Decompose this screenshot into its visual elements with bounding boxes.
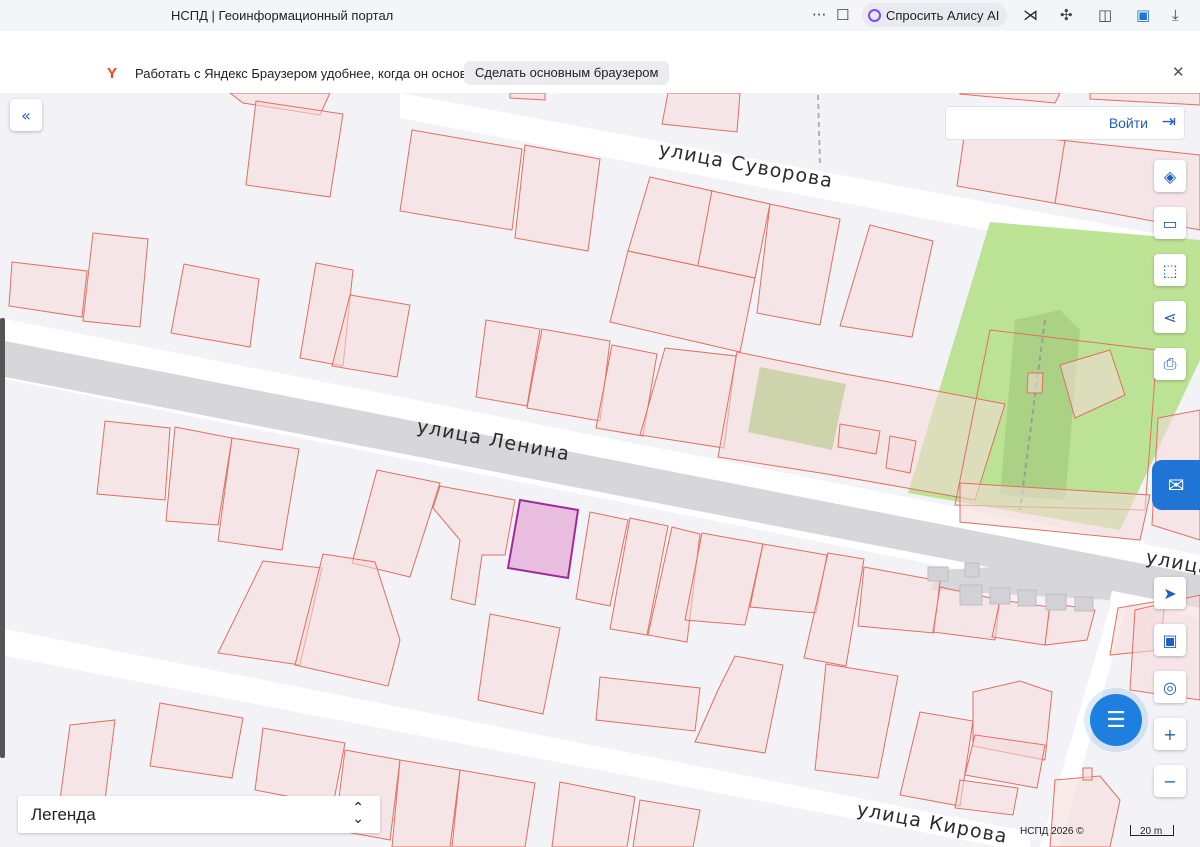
parcel [1026,372,1044,394]
collapse-panel-button[interactable]: « [10,99,42,131]
plus-icon: + [1163,724,1177,744]
services-icon: ✉ [1167,473,1185,497]
ruler-icon: ▭ [1162,213,1178,233]
print-icon: ⎙ [1163,354,1177,373]
print-button[interactable]: ⎙ [1154,348,1186,380]
chat-button[interactable]: ☰ [1090,694,1142,746]
services-side-tab[interactable]: ✉ [1152,460,1200,510]
layers-icon: ◈ [1163,166,1177,186]
zoom-out-button[interactable]: − [1154,765,1186,797]
navigation-arrow-icon: ➤ [1163,583,1177,603]
selected-parcel[interactable] [506,498,580,580]
layers-button[interactable]: ◈ [1154,160,1186,192]
tab-title: НСПД | Геоинформационный портал [171,8,394,23]
bookmark-icon[interactable]: ☐ [836,6,849,24]
alice-icon [868,8,881,22]
locate-button[interactable]: ➤ [1154,577,1186,609]
sign-in-icon: ⇥ [1161,112,1176,132]
parcel [96,420,171,501]
parcel [991,599,1051,646]
parcel [82,232,149,328]
minimap-icon: ▣ [1162,630,1178,650]
search-location-button[interactable]: ◎ [1154,671,1186,703]
login-label: Войти [1108,115,1148,131]
login-button[interactable]: Войти ⇥ [945,106,1185,140]
left-panel-handle[interactable] [0,318,5,758]
ask-alice-button[interactable]: Спросить Алису AI [862,3,1008,27]
legend-dropdown[interactable]: Легенда ⌃ ⌄ [18,796,380,833]
legend-label: Легенда [31,805,96,824]
chat-icon: ☰ [1106,707,1126,733]
chevron-updown-icon: ⌃ ⌄ [352,800,364,827]
parcel [749,543,828,614]
parcel [391,759,461,847]
double-chevron-left-icon: « [21,105,31,125]
share-button[interactable]: ⋖ [1154,301,1186,333]
select-area-icon: ⬚ [1162,260,1178,280]
zoom-in-button[interactable]: + [1154,718,1186,750]
infobar-text: Работать с Яндекс Браузером удобнее, ког… [135,66,489,81]
minimap-button[interactable]: ▣ [1154,624,1186,656]
ruler-button[interactable]: ▭ [1154,207,1186,239]
close-icon[interactable]: ✕ [1172,63,1185,81]
minus-icon: − [1163,771,1177,791]
yandex-logo-icon: Y [107,65,118,82]
extensions-icon[interactable]: ✣ [1060,6,1073,24]
more-dots-icon[interactable]: ··· [812,6,826,24]
select-area-button[interactable]: ⬚ [1154,254,1186,286]
parcel [170,263,260,348]
collections-icon[interactable]: ⋊ [1023,6,1038,24]
make-default-button[interactable]: Сделать основным браузером [464,61,670,85]
map-canvas[interactable]: улица Суворова улица Ленина улица Кирова… [0,93,1200,847]
ask-alice-label: Спросить Алису AI [886,7,1000,23]
browser-toolbar: НСПД | Геоинформационный портал ··· ☐ Сп… [0,0,1200,31]
parcel [245,100,344,198]
parcel [451,769,536,847]
sidebar-icon[interactable]: ◫ [1098,6,1112,24]
share-icon: ⋖ [1163,307,1177,327]
parcel [1082,767,1093,781]
security-icon[interactable]: ▣ [1136,6,1150,24]
parcel [885,435,917,474]
parcel [514,144,601,252]
scale-label: 20 m [1140,826,1163,837]
parcel [526,328,611,422]
copyright-text: НСПД 2026 © [1020,826,1084,837]
downloads-icon[interactable]: ⤓ [1172,6,1179,24]
search-location-icon: ◎ [1163,677,1177,697]
